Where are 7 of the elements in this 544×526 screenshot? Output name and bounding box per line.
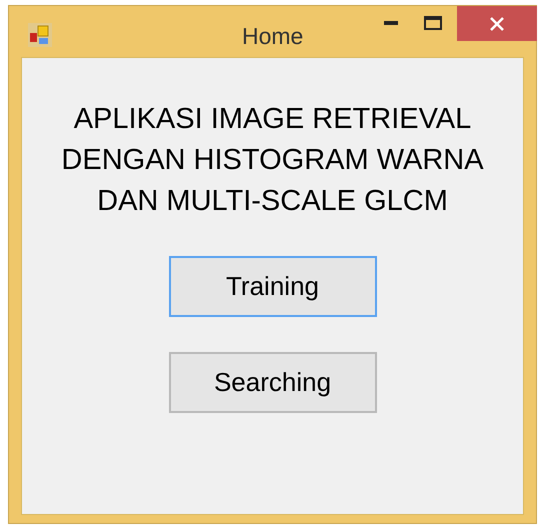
heading: APLIKASI IMAGE RETRIEVAL DENGAN HISTOGRAM WARNA DAN MULTI-SCALE GLCM (60, 102, 485, 219)
action-button[interactable]: Searching (168, 352, 376, 413)
action-button[interactable]: Training (168, 256, 376, 317)
close-icon (490, 16, 504, 30)
app-icon (28, 23, 52, 47)
window-title: Home (242, 22, 304, 51)
close-button[interactable] (457, 6, 537, 41)
